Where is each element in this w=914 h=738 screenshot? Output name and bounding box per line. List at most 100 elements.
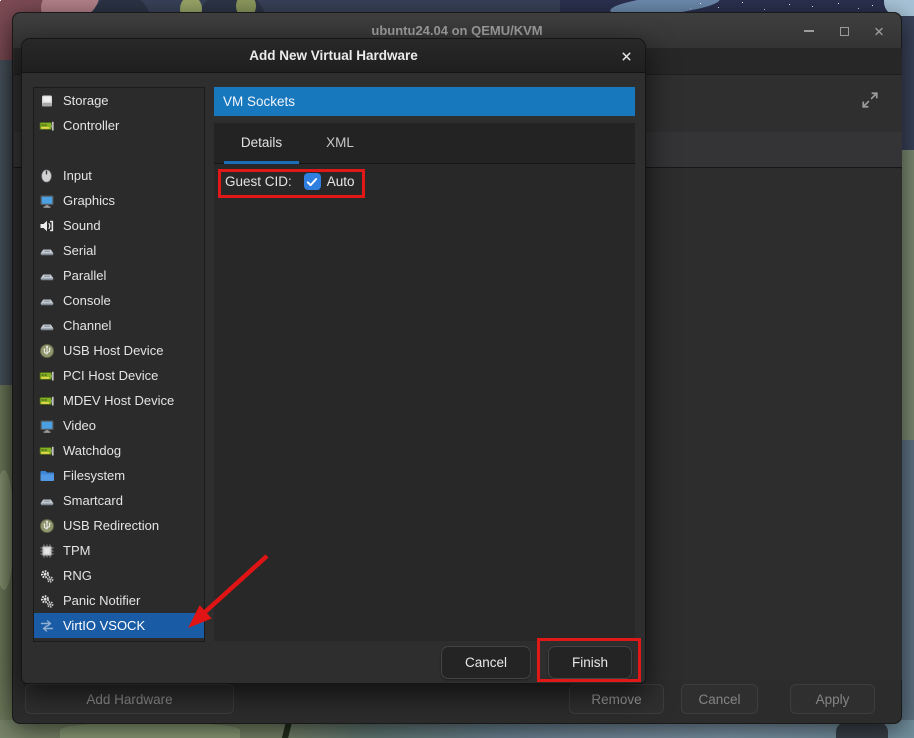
folder-icon [39,468,55,484]
sidebar-item-label: Sound [63,218,101,233]
sidebar-item-pci-host-device[interactable]: PCI Host Device [34,363,204,388]
wallpaper-shape [60,722,240,738]
auto-checkbox[interactable] [304,173,321,190]
pci-card-icon [39,393,55,409]
sidebar-item-label: Watchdog [63,443,121,458]
sidebar-item-label: MDEV Host Device [63,393,174,408]
usb-icon [39,343,55,359]
sidebar-item-label: USB Host Device [63,343,163,358]
sidebar-item-watchdog[interactable]: Watchdog [34,438,204,463]
tab-details[interactable]: Details [224,123,299,161]
vm-cancel-button[interactable]: Cancel [681,684,758,714]
sidebar-item-label: Parallel [63,268,106,283]
sidebar-item-label: VirtIO VSOCK [63,618,145,633]
fullscreen-expand-icon [861,91,879,109]
sidebar-item-video[interactable]: Video [34,413,204,438]
speaker-icon [39,218,55,234]
sidebar-item-console[interactable]: Console [34,288,204,313]
pci-card-icon [39,118,55,134]
panel-header: VM Sockets [214,87,635,116]
dialog-titlebar[interactable]: Add New Virtual Hardware [22,39,645,73]
display-icon [39,193,55,209]
sidebar-item-serial[interactable]: Serial [34,238,204,263]
tab-xml[interactable]: XML [311,123,369,161]
display-icon [39,418,55,434]
auto-checkbox-label: Auto [327,174,355,189]
vm-apply-label: Apply [816,692,850,707]
bidirectional-arrows-icon [39,618,55,634]
maximize-icon [840,27,849,36]
sidebar-item-label: Console [63,293,111,308]
maximize-button[interactable] [838,25,850,37]
serial-device-icon [39,493,55,509]
remove-button[interactable]: Remove [569,684,664,714]
sidebar-item-label: Graphics [63,193,115,208]
sidebar-empty-row [34,138,204,163]
guest-cid-row: Guest CID: Auto [225,173,355,190]
sidebar-item-filesystem[interactable]: Filesystem [34,463,204,488]
sidebar-item-usb-host-device[interactable]: USB Host Device [34,338,204,363]
add-hardware-button[interactable]: Add Hardware [25,684,234,714]
gears-icon [39,568,55,584]
close-icon [873,25,885,38]
add-hardware-dialog: Add New Virtual Hardware Storage Control… [21,38,646,684]
cancel-button[interactable]: Cancel [441,646,531,679]
dialog-close-button[interactable] [617,47,635,65]
sidebar-item-sound[interactable]: Sound [34,213,204,238]
sidebar-item-parallel[interactable]: Parallel [34,263,204,288]
minimize-icon [804,30,814,32]
sidebar-item-tpm[interactable]: TPM [34,538,204,563]
vm-cancel-label: Cancel [698,692,740,707]
sidebar-item-label: USB Redirection [63,518,159,533]
sidebar-item-label: Filesystem [63,468,125,483]
sidebar-item-storage[interactable]: Storage [34,88,204,113]
sidebar-item-channel[interactable]: Channel [34,313,204,338]
serial-device-icon [39,243,55,259]
sidebar-item-input[interactable]: Input [34,163,204,188]
checkmark-icon [305,175,319,189]
serial-device-icon [39,293,55,309]
sidebar-item-label: Panic Notifier [63,593,140,608]
sidebar-item-label: Serial [63,243,96,258]
pci-card-icon [39,368,55,384]
sidebar-item-label: Storage [63,93,109,108]
dialog-title: Add New Virtual Hardware [22,39,645,73]
fullscreen-button[interactable] [861,91,879,109]
sidebar-item-controller[interactable]: Controller [34,113,204,138]
guest-cid-label: Guest CID: [225,174,292,189]
sidebar-item-label: PCI Host Device [63,368,158,383]
disk-icon [39,93,55,109]
sidebar-item-label: Video [63,418,96,433]
tab-xml-label: XML [326,135,354,150]
chip-icon [39,543,55,559]
panel-header-label: VM Sockets [223,94,295,109]
sidebar-item-graphics[interactable]: Graphics [34,188,204,213]
close-button[interactable] [873,25,885,37]
mouse-icon [39,168,55,184]
wallpaper-shape [836,722,888,738]
wallpaper-stars [0,0,1,1]
sidebar-item-smartcard[interactable]: Smartcard [34,488,204,513]
tab-strip: Details XML [214,123,635,164]
sidebar-item-label: Controller [63,118,119,133]
sidebar-item-usb-redirection[interactable]: USB Redirection [34,513,204,538]
finish-label: Finish [572,655,608,670]
sidebar-item-label: Smartcard [63,493,123,508]
hardware-type-list: Storage Controller Input Graphics Sound … [33,87,205,642]
sidebar-item-panic-notifier[interactable]: Panic Notifier [34,588,204,613]
serial-device-icon [39,318,55,334]
details-panel: Guest CID: Auto [214,164,635,641]
minimize-button[interactable] [803,25,815,37]
usb-icon [39,518,55,534]
tab-details-label: Details [241,135,282,150]
vm-apply-button[interactable]: Apply [790,684,875,714]
sidebar-item-rng[interactable]: RNG [34,563,204,588]
sidebar-item-mdev-host-device[interactable]: MDEV Host Device [34,388,204,413]
pci-card-icon [39,443,55,459]
finish-button[interactable]: Finish [548,646,632,679]
sidebar-item-virtio-vsock[interactable]: VirtIO VSOCK [34,613,204,638]
add-hardware-label: Add Hardware [86,692,172,707]
close-icon [620,50,633,63]
serial-device-icon [39,268,55,284]
gears-icon [39,593,55,609]
